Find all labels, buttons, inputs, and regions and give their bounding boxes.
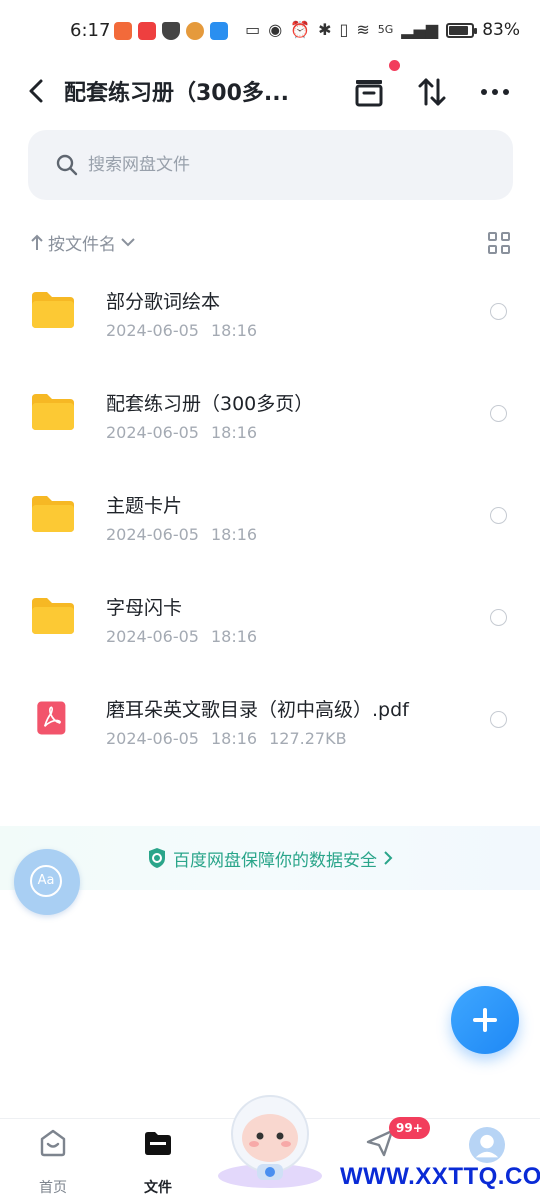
home-icon (40, 1129, 66, 1157)
select-checkbox[interactable] (490, 303, 507, 320)
message-count-badge: 99+ (389, 1117, 430, 1139)
select-checkbox[interactable] (490, 405, 507, 422)
folder-icon (32, 598, 74, 634)
mascot-icon[interactable] (215, 1088, 325, 1192)
file-meta: 2024-06-05 18:16 (106, 321, 258, 340)
nav-home[interactable]: 首页 (13, 1127, 93, 1197)
folder-icon (145, 1132, 171, 1155)
cellular-signal-icon: ▂▄▆ (401, 20, 439, 39)
watermark-text: WWW.XXTTQ.COM (340, 1163, 540, 1190)
cast-icon: ▭ (245, 20, 261, 39)
header: 配套练习册（300多... (0, 60, 540, 116)
file-meta: 2024-06-05 18:16 (106, 423, 258, 442)
select-checkbox[interactable] (490, 711, 507, 728)
status-bar: 6:17 ▭ ◉ ⏰ ✱ ▯ ≋ 5G ▂▄▆ 83% (0, 0, 540, 66)
nav-home-label: 首页 (39, 1180, 67, 1196)
list-item[interactable]: 配套练习册（300多页） 2024-06-05 18:16 (0, 362, 540, 464)
status-indicators: ▭ ◉ ⏰ ✱ ▯ ≋ 5G ▂▄▆ 83% (245, 20, 520, 40)
chevron-right-icon (384, 851, 393, 865)
weather-notification-icon (210, 22, 228, 40)
list-item[interactable]: 磨耳朵英文歌目录（初中高级）.pdf 2024-06-05 18:16 127.27… (0, 668, 540, 770)
grid-view-icon[interactable] (488, 232, 510, 254)
bluetooth-icon: ✱ (318, 20, 332, 39)
vibrate-icon: ▯ (339, 20, 349, 39)
text-recognition-icon: Aa (30, 865, 62, 897)
page-title: 配套练习册（300多... (64, 81, 289, 106)
select-checkbox[interactable] (490, 609, 507, 626)
folder-icon (32, 292, 74, 328)
eye-icon: ◉ (268, 20, 283, 39)
file-name: 部分歌词绘本 (106, 291, 221, 313)
file-name: 磨耳朵英文歌目录（初中高级）.pdf (106, 699, 409, 721)
security-banner[interactable]: 百度网盘保障你的数据安全 (0, 826, 540, 890)
sort-label: 按文件名 (48, 234, 116, 255)
search-input[interactable] (88, 148, 468, 182)
file-meta: 2024-06-05 18:16 127.27KB (106, 729, 347, 748)
app-notification-icon (114, 22, 132, 40)
file-meta: 2024-06-05 18:16 (106, 525, 258, 544)
file-name: 配套练习册（300多页） (106, 393, 314, 415)
more-icon[interactable] (477, 74, 513, 110)
status-time: 6:17 (70, 20, 111, 41)
folder-icon (32, 394, 74, 430)
nav-files[interactable]: 文件 (118, 1127, 198, 1197)
alarm-icon: ⏰ (290, 20, 311, 39)
file-list: 部分歌词绘本 2024-06-05 18:16 配套练习册（300多页） 2024… (0, 260, 540, 770)
archive-icon[interactable] (351, 74, 387, 110)
search-bar[interactable] (28, 130, 513, 200)
battery-percent: 83% (482, 20, 520, 40)
file-name: 字母闪卡 (106, 597, 183, 619)
security-text: 百度网盘保障你的数据安全 (173, 850, 377, 871)
app-notification-icon (138, 22, 156, 40)
folder-icon (32, 496, 74, 532)
signal-icon: 5G (377, 23, 394, 36)
select-checkbox[interactable] (490, 507, 507, 524)
shield-notification-icon (162, 22, 180, 40)
text-recognition-button[interactable]: Aa (14, 849, 80, 915)
status-app-icons (114, 22, 228, 40)
back-icon[interactable] (24, 76, 50, 106)
pdf-file-icon (37, 701, 66, 735)
wifi-icon: ≋ (356, 20, 370, 39)
file-meta: 2024-06-05 18:16 (106, 627, 258, 646)
list-item[interactable]: 主题卡片 2024-06-05 18:16 (0, 464, 540, 566)
transfer-icon[interactable] (414, 74, 450, 110)
chevron-down-icon (121, 238, 135, 247)
battery-icon (446, 22, 478, 38)
avatar (469, 1127, 505, 1163)
shield-icon (149, 848, 165, 868)
add-button[interactable] (451, 986, 519, 1054)
app-notification-icon (186, 22, 204, 40)
list-item[interactable]: 字母闪卡 2024-06-05 18:16 (0, 566, 540, 668)
nav-files-label: 文件 (144, 1180, 172, 1196)
sort-control[interactable]: 按文件名 (30, 230, 136, 255)
sort-arrow-icon (31, 234, 43, 250)
list-item[interactable]: 部分歌词绘本 2024-06-05 18:16 (0, 260, 540, 362)
notification-dot (389, 60, 400, 71)
file-name: 主题卡片 (106, 495, 183, 517)
search-icon (56, 154, 78, 176)
